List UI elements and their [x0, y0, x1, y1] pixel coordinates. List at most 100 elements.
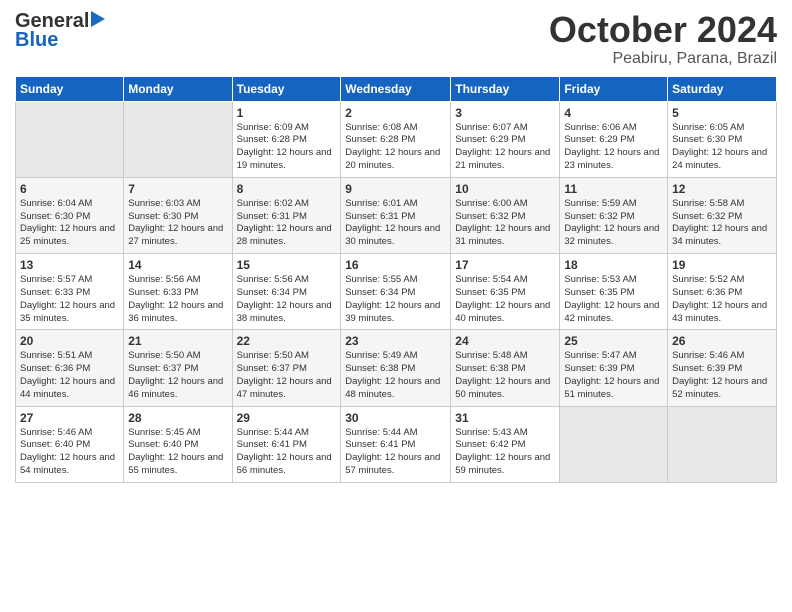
- day-detail: Sunrise: 5:44 AM Sunset: 6:41 PM Dayligh…: [237, 427, 337, 478]
- sunrise-text: Sunrise: 6:03 AM: [128, 198, 200, 209]
- sunset-text: Sunset: 6:30 PM: [20, 211, 90, 222]
- daylight-text: Daylight: 12 hours and 28 minutes.: [237, 223, 332, 247]
- day-number: 14: [128, 258, 227, 272]
- calendar-week-row: 13 Sunrise: 5:57 AM Sunset: 6:33 PM Dayl…: [16, 254, 777, 330]
- table-row: [124, 101, 232, 177]
- day-detail: Sunrise: 5:47 AM Sunset: 6:39 PM Dayligh…: [564, 350, 663, 401]
- day-detail: Sunrise: 5:57 AM Sunset: 6:33 PM Dayligh…: [20, 274, 119, 325]
- day-number: 22: [237, 334, 337, 348]
- day-number: 4: [564, 106, 663, 120]
- day-detail: Sunrise: 6:03 AM Sunset: 6:30 PM Dayligh…: [128, 198, 227, 249]
- day-number: 17: [455, 258, 555, 272]
- table-row: 25 Sunrise: 5:47 AM Sunset: 6:39 PM Dayl…: [560, 330, 668, 406]
- calendar-week-row: 20 Sunrise: 5:51 AM Sunset: 6:36 PM Dayl…: [16, 330, 777, 406]
- table-row: 30 Sunrise: 5:44 AM Sunset: 6:41 PM Dayl…: [341, 406, 451, 482]
- daylight-text: Daylight: 12 hours and 56 minutes.: [237, 452, 332, 476]
- day-detail: Sunrise: 6:07 AM Sunset: 6:29 PM Dayligh…: [455, 122, 555, 173]
- sunset-text: Sunset: 6:32 PM: [564, 211, 634, 222]
- table-row: [668, 406, 777, 482]
- sunrise-text: Sunrise: 6:06 AM: [564, 122, 636, 133]
- table-row: 23 Sunrise: 5:49 AM Sunset: 6:38 PM Dayl…: [341, 330, 451, 406]
- day-number: 10: [455, 182, 555, 196]
- day-number: 16: [345, 258, 446, 272]
- table-row: 9 Sunrise: 6:01 AM Sunset: 6:31 PM Dayli…: [341, 177, 451, 253]
- col-wednesday: Wednesday: [341, 76, 451, 101]
- daylight-text: Daylight: 12 hours and 38 minutes.: [237, 300, 332, 324]
- table-row: 13 Sunrise: 5:57 AM Sunset: 6:33 PM Dayl…: [16, 254, 124, 330]
- sunrise-text: Sunrise: 6:09 AM: [237, 122, 309, 133]
- col-thursday: Thursday: [451, 76, 560, 101]
- sunset-text: Sunset: 6:37 PM: [237, 363, 307, 374]
- day-number: 29: [237, 411, 337, 425]
- sunset-text: Sunset: 6:40 PM: [128, 439, 198, 450]
- table-row: 17 Sunrise: 5:54 AM Sunset: 6:35 PM Dayl…: [451, 254, 560, 330]
- sunrise-text: Sunrise: 5:43 AM: [455, 427, 527, 438]
- day-number: 12: [672, 182, 772, 196]
- table-row: 8 Sunrise: 6:02 AM Sunset: 6:31 PM Dayli…: [232, 177, 341, 253]
- daylight-text: Daylight: 12 hours and 20 minutes.: [345, 147, 440, 171]
- day-detail: Sunrise: 5:58 AM Sunset: 6:32 PM Dayligh…: [672, 198, 772, 249]
- sunrise-text: Sunrise: 5:56 AM: [237, 274, 309, 285]
- table-row: 31 Sunrise: 5:43 AM Sunset: 6:42 PM Dayl…: [451, 406, 560, 482]
- sunrise-text: Sunrise: 6:07 AM: [455, 122, 527, 133]
- title-month: October 2024: [549, 10, 777, 50]
- daylight-text: Daylight: 12 hours and 40 minutes.: [455, 300, 550, 324]
- sunrise-text: Sunrise: 5:46 AM: [20, 427, 92, 438]
- sunset-text: Sunset: 6:36 PM: [20, 363, 90, 374]
- sunrise-text: Sunrise: 5:52 AM: [672, 274, 744, 285]
- table-row: 24 Sunrise: 5:48 AM Sunset: 6:38 PM Dayl…: [451, 330, 560, 406]
- day-detail: Sunrise: 5:51 AM Sunset: 6:36 PM Dayligh…: [20, 350, 119, 401]
- day-number: 8: [237, 182, 337, 196]
- table-row: 3 Sunrise: 6:07 AM Sunset: 6:29 PM Dayli…: [451, 101, 560, 177]
- sunrise-text: Sunrise: 6:02 AM: [237, 198, 309, 209]
- sunrise-text: Sunrise: 5:47 AM: [564, 350, 636, 361]
- sunset-text: Sunset: 6:40 PM: [20, 439, 90, 450]
- day-number: 1: [237, 106, 337, 120]
- daylight-text: Daylight: 12 hours and 19 minutes.: [237, 147, 332, 171]
- day-detail: Sunrise: 5:50 AM Sunset: 6:37 PM Dayligh…: [237, 350, 337, 401]
- col-friday: Friday: [560, 76, 668, 101]
- table-row: 14 Sunrise: 5:56 AM Sunset: 6:33 PM Dayl…: [124, 254, 232, 330]
- col-saturday: Saturday: [668, 76, 777, 101]
- day-detail: Sunrise: 5:46 AM Sunset: 6:40 PM Dayligh…: [20, 427, 119, 478]
- col-tuesday: Tuesday: [232, 76, 341, 101]
- sunset-text: Sunset: 6:38 PM: [455, 363, 525, 374]
- day-detail: Sunrise: 6:00 AM Sunset: 6:32 PM Dayligh…: [455, 198, 555, 249]
- daylight-text: Daylight: 12 hours and 32 minutes.: [564, 223, 659, 247]
- calendar-header-row: Sunday Monday Tuesday Wednesday Thursday…: [16, 76, 777, 101]
- day-detail: Sunrise: 6:01 AM Sunset: 6:31 PM Dayligh…: [345, 198, 446, 249]
- sunrise-text: Sunrise: 6:01 AM: [345, 198, 417, 209]
- day-detail: Sunrise: 5:43 AM Sunset: 6:42 PM Dayligh…: [455, 427, 555, 478]
- day-detail: Sunrise: 6:08 AM Sunset: 6:28 PM Dayligh…: [345, 122, 446, 173]
- calendar-table: Sunday Monday Tuesday Wednesday Thursday…: [15, 76, 777, 483]
- day-detail: Sunrise: 5:46 AM Sunset: 6:39 PM Dayligh…: [672, 350, 772, 401]
- day-detail: Sunrise: 5:59 AM Sunset: 6:32 PM Dayligh…: [564, 198, 663, 249]
- sunset-text: Sunset: 6:33 PM: [128, 287, 198, 298]
- daylight-text: Daylight: 12 hours and 48 minutes.: [345, 376, 440, 400]
- daylight-text: Daylight: 12 hours and 25 minutes.: [20, 223, 115, 247]
- day-number: 30: [345, 411, 446, 425]
- day-detail: Sunrise: 5:44 AM Sunset: 6:41 PM Dayligh…: [345, 427, 446, 478]
- table-row: 28 Sunrise: 5:45 AM Sunset: 6:40 PM Dayl…: [124, 406, 232, 482]
- title-location: Peabiru, Parana, Brazil: [549, 50, 777, 68]
- sunrise-text: Sunrise: 6:00 AM: [455, 198, 527, 209]
- table-row: 1 Sunrise: 6:09 AM Sunset: 6:28 PM Dayli…: [232, 101, 341, 177]
- sunset-text: Sunset: 6:38 PM: [345, 363, 415, 374]
- sunrise-text: Sunrise: 5:58 AM: [672, 198, 744, 209]
- day-number: 3: [455, 106, 555, 120]
- day-number: 9: [345, 182, 446, 196]
- sunset-text: Sunset: 6:29 PM: [455, 134, 525, 145]
- table-row: 29 Sunrise: 5:44 AM Sunset: 6:41 PM Dayl…: [232, 406, 341, 482]
- day-detail: Sunrise: 6:02 AM Sunset: 6:31 PM Dayligh…: [237, 198, 337, 249]
- table-row: 21 Sunrise: 5:50 AM Sunset: 6:37 PM Dayl…: [124, 330, 232, 406]
- daylight-text: Daylight: 12 hours and 50 minutes.: [455, 376, 550, 400]
- day-number: 31: [455, 411, 555, 425]
- sunset-text: Sunset: 6:31 PM: [345, 211, 415, 222]
- day-number: 11: [564, 182, 663, 196]
- sunrise-text: Sunrise: 6:04 AM: [20, 198, 92, 209]
- day-number: 23: [345, 334, 446, 348]
- sunrise-text: Sunrise: 6:05 AM: [672, 122, 744, 133]
- day-detail: Sunrise: 6:09 AM Sunset: 6:28 PM Dayligh…: [237, 122, 337, 173]
- table-row: 26 Sunrise: 5:46 AM Sunset: 6:39 PM Dayl…: [668, 330, 777, 406]
- sunset-text: Sunset: 6:30 PM: [672, 134, 742, 145]
